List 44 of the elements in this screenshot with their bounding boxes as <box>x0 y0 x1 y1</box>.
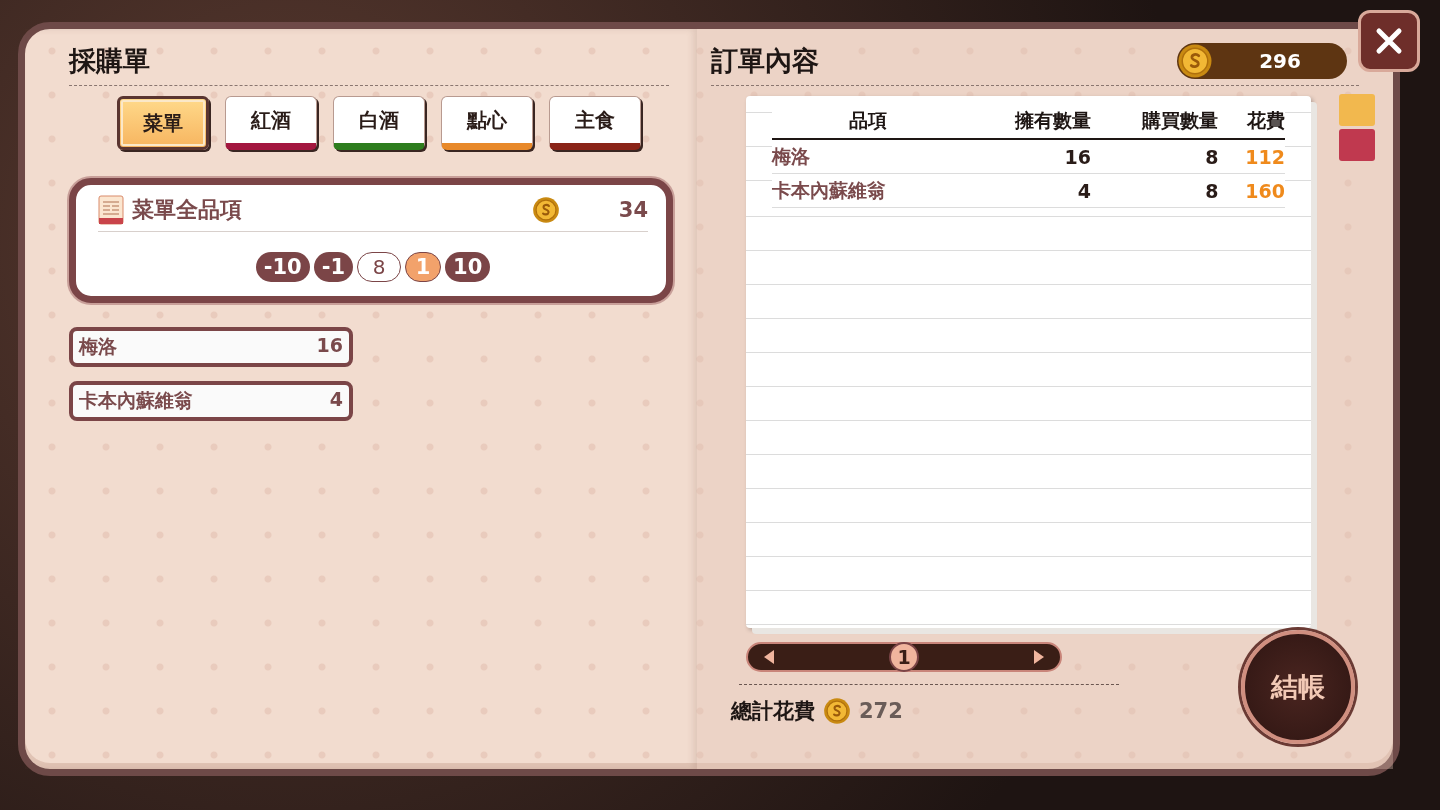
stock-count: 16 <box>316 334 343 358</box>
table-cell: 112 <box>1218 139 1285 174</box>
stock-name: 卡本內蘇維翁 <box>79 388 193 413</box>
category-tab[interactable]: 主食 <box>549 96 641 150</box>
page-number[interactable]: 1 <box>889 642 919 672</box>
stock-count: 4 <box>329 388 343 412</box>
coin-icon <box>532 196 560 224</box>
stock-item[interactable]: 卡本內蘇維翁 4 <box>69 381 353 421</box>
table-cell: 16 <box>963 139 1091 174</box>
category-tab[interactable]: 點心 <box>441 96 533 150</box>
table-cell: 160 <box>1218 173 1285 208</box>
column-header: 購買數量 <box>1090 106 1219 139</box>
category-tab[interactable]: 紅酒 <box>225 96 317 150</box>
page-title: 採購單 <box>69 44 150 78</box>
coin-icon <box>1177 43 1213 79</box>
close-button[interactable] <box>1358 10 1420 72</box>
stock-name: 梅洛 <box>79 334 117 359</box>
menu-icon <box>98 195 124 225</box>
category-tab[interactable]: 菜單 <box>117 96 209 150</box>
column-header: 擁有數量 <box>963 106 1091 139</box>
total-value: 272 <box>859 699 903 723</box>
right-arrow-icon[interactable] <box>1032 648 1046 666</box>
column-header: 品項 <box>772 106 964 139</box>
table-cell: 8 <box>1090 139 1219 174</box>
step-button[interactable]: -10 <box>255 252 310 282</box>
stock-item[interactable]: 梅洛 16 <box>69 327 353 367</box>
step-button[interactable]: -1 <box>313 252 353 282</box>
left-arrow-icon[interactable] <box>762 648 776 666</box>
coin-icon <box>823 697 851 725</box>
table-cell: 梅洛 <box>772 139 964 174</box>
balance-value: 296 <box>1258 49 1302 73</box>
table-cell: 8 <box>1090 173 1219 208</box>
item-price: 34 <box>617 198 648 222</box>
item-name: 菜單全品項 <box>132 196 243 224</box>
column-header: 花費 <box>1218 106 1285 139</box>
step-button[interactable]: 10 <box>445 252 491 282</box>
close-icon <box>1374 26 1404 56</box>
category-tab[interactable]: 白酒 <box>333 96 425 150</box>
page-title: 訂單內容 <box>711 44 819 78</box>
table-cell: 4 <box>963 173 1091 208</box>
quantity-field: 8 <box>357 252 401 282</box>
table-cell: 卡本內蘇維翁 <box>772 173 964 208</box>
checkout-button[interactable]: 結帳 <box>1241 630 1355 744</box>
total-label: 總計花費 <box>731 698 815 725</box>
